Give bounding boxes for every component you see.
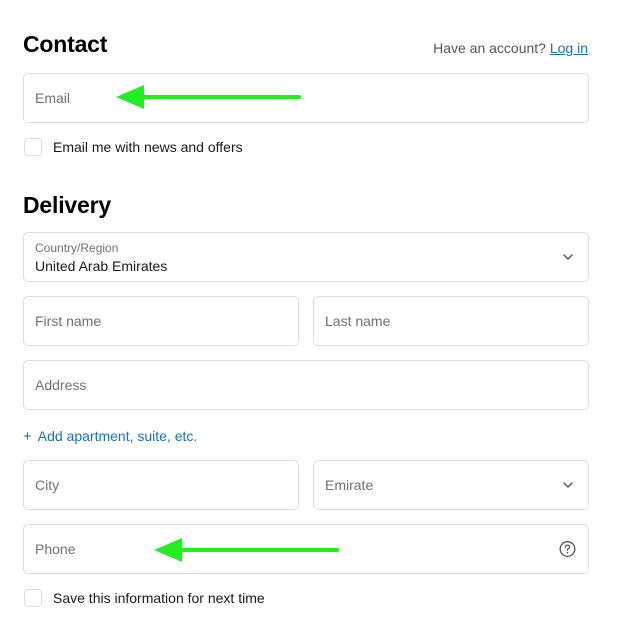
phone-placeholder: Phone <box>35 541 76 557</box>
address-placeholder: Address <box>35 377 87 393</box>
country-select[interactable]: Country/Region United Arab Emirates <box>23 232 589 282</box>
chevron-down-icon <box>563 254 573 260</box>
first-name-placeholder: First name <box>35 313 102 329</box>
contact-heading: Contact <box>23 31 108 57</box>
email-field[interactable]: Email <box>23 73 589 123</box>
emirate-select[interactable]: Emirate <box>313 460 589 510</box>
first-name-field[interactable]: First name <box>23 296 299 346</box>
save-info-label: Save this information for next time <box>53 590 265 606</box>
city-field[interactable]: City <box>23 460 299 510</box>
last-name-field[interactable]: Last name <box>313 296 589 346</box>
chevron-down-icon <box>563 482 573 488</box>
emirate-placeholder: Emirate <box>325 477 374 493</box>
add-apartment-link[interactable]: + Add apartment, suite, etc. <box>23 428 197 445</box>
plus-icon: + <box>23 428 32 445</box>
city-placeholder: City <box>35 477 60 493</box>
account-prompt: Have an account? Log in <box>433 40 588 56</box>
address-field[interactable]: Address <box>23 360 589 410</box>
account-prompt-text: Have an account? <box>433 40 546 56</box>
newsletter-checkbox-row[interactable]: Email me with news and offers <box>24 138 243 156</box>
country-value: United Arab Emirates <box>35 258 168 274</box>
newsletter-checkbox[interactable] <box>24 138 42 156</box>
last-name-placeholder: Last name <box>325 313 391 329</box>
country-label: Country/Region <box>35 241 119 255</box>
delivery-heading: Delivery <box>23 192 111 218</box>
help-circle-icon[interactable] <box>559 541 576 558</box>
login-link[interactable]: Log in <box>550 40 588 56</box>
save-info-checkbox[interactable] <box>24 589 42 607</box>
newsletter-label: Email me with news and offers <box>53 139 243 155</box>
add-apartment-label: Add apartment, suite, etc. <box>37 428 198 444</box>
email-placeholder: Email <box>35 90 71 106</box>
phone-field[interactable]: Phone <box>23 524 589 574</box>
save-info-checkbox-row[interactable]: Save this information for next time <box>24 589 265 607</box>
